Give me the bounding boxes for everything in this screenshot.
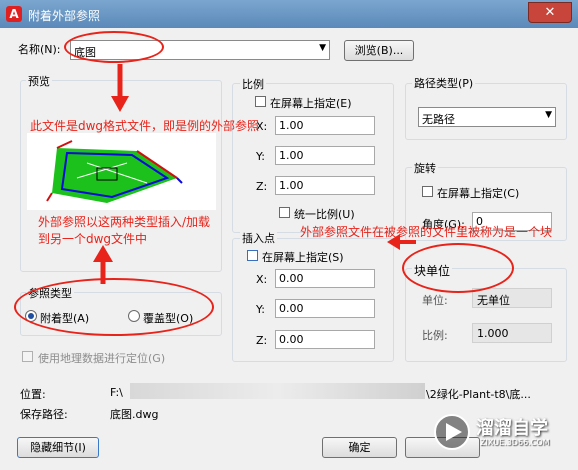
close-button[interactable]: ✕ <box>528 2 572 23</box>
drawing-thumbnail <box>46 140 183 203</box>
insertion-y-input[interactable]: 0.00 <box>275 299 375 318</box>
path-type-title: 路径类型(P) <box>412 75 476 91</box>
scale-z-input[interactable]: 1.00 <box>275 176 375 195</box>
ok-button[interactable]: 确定 <box>322 437 397 458</box>
ratio-value: 1.000 <box>472 323 552 343</box>
uniform-scale-label: 统一比例(U) <box>294 208 355 221</box>
unit-label: 单位: <box>422 294 448 307</box>
blurred-path-area <box>130 383 425 399</box>
rotation-on-screen-label: 在屏幕上指定(C) <box>437 187 520 200</box>
chevron-down-icon: ▼ <box>545 110 552 120</box>
save-path-value: 底图.dwg <box>110 408 159 421</box>
window-title: 附着外部参照 <box>28 9 101 23</box>
scale-y-label: Y: <box>256 150 265 163</box>
annotation-ellipse-name <box>64 31 164 63</box>
uniform-scale-checkbox[interactable] <box>279 207 290 218</box>
annotation-arrow-left-icon <box>387 234 416 250</box>
watermark-url: ZIXUE.3D66.COM <box>480 438 550 447</box>
scale-title: 比例 <box>240 76 266 92</box>
rotation-on-screen-checkbox[interactable] <box>422 186 433 197</box>
annotation-file-note: 此文件是dwg格式文件，即是例的外部参照 <box>30 119 260 133</box>
insertion-z-label: Z: <box>256 334 268 347</box>
insertion-title: 插入点 <box>240 230 277 246</box>
scale-z-label: Z: <box>256 180 268 193</box>
scale-y-input[interactable]: 1.00 <box>275 146 375 165</box>
annotation-ellipse-block-unit <box>402 243 514 293</box>
scale-on-screen-label: 在屏幕上指定(E) <box>270 97 352 110</box>
unit-value: 无单位 <box>472 288 552 308</box>
preview-title: 预览 <box>26 73 52 89</box>
annotation-insert-note-line1: 外部参照以这两种类型插入/加载 <box>38 215 211 229</box>
watermark-brand: 溜溜自学 <box>476 418 548 439</box>
chevron-down-icon: ▼ <box>319 43 326 53</box>
annotation-block-note: 外部参照文件在被参照的文件里被称为是一个块 <box>300 225 553 239</box>
preview-image <box>27 133 216 210</box>
scale-on-screen-checkbox[interactable] <box>255 96 266 107</box>
location-label: 位置: <box>20 388 46 401</box>
title-bar: A 附着外部参照 ✕ <box>0 0 578 28</box>
geo-label: 使用地理数据进行定位(G) <box>38 352 166 365</box>
insertion-on-screen-label: 在屏幕上指定(S) <box>262 251 344 264</box>
annotation-arrow-down-icon <box>111 64 129 112</box>
location-value-end: \2绿化-Plant-t8\底... <box>426 388 531 401</box>
watermark: 溜溜自学 ZIXUE.3D66.COM <box>430 410 578 470</box>
scale-x-input[interactable]: 1.00 <box>275 116 375 135</box>
insertion-y-label: Y: <box>256 303 265 316</box>
ratio-label: 比例: <box>422 329 448 342</box>
browse-button[interactable]: 浏览(B)... <box>344 40 414 61</box>
geo-checkbox[interactable] <box>22 351 33 362</box>
insertion-x-label: X: <box>256 273 268 286</box>
path-type-value: 无路径 <box>422 113 455 126</box>
autocad-icon: A <box>6 6 22 22</box>
annotation-ellipse-reference-type <box>14 278 214 336</box>
location-value-start: F:\ <box>110 386 123 399</box>
rotation-title: 旋转 <box>412 160 438 176</box>
hide-details-button[interactable]: 隐藏细节(I) <box>17 437 99 458</box>
insertion-z-input[interactable]: 0.00 <box>275 330 375 349</box>
attach-xref-dialog: A 附着外部参照 ✕ 名称(N): 底图 ▼ 浏览(B)... 预览 参照类型 … <box>0 0 578 470</box>
save-path-label: 保存路径: <box>20 408 68 421</box>
insertion-on-screen-checkbox[interactable] <box>247 250 258 261</box>
path-type-select[interactable]: 无路径 ▼ <box>418 107 556 127</box>
insertion-x-input[interactable]: 0.00 <box>275 269 375 288</box>
name-label: 名称(N): <box>18 43 61 56</box>
